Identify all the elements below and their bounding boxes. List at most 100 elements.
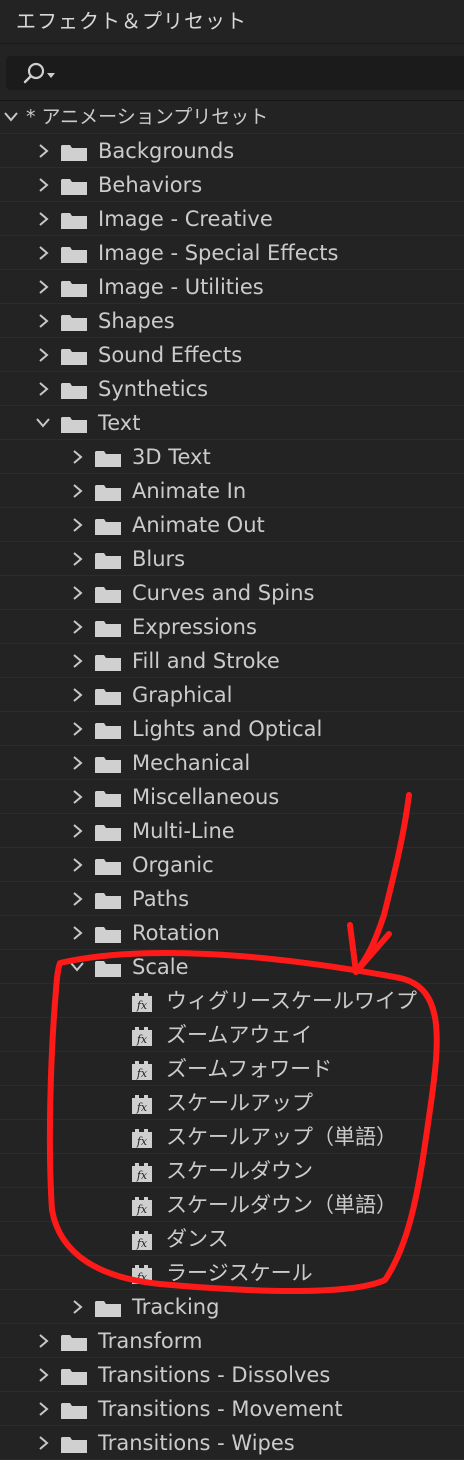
folder-icon	[95, 519, 121, 535]
fx-preset-icon: fx	[132, 1095, 152, 1114]
folder-row[interactable]: Paths	[0, 882, 464, 916]
preset-item[interactable]: fx ダンス	[0, 1222, 464, 1256]
folder-label: Image - Special Effects	[98, 241, 339, 265]
folder-row[interactable]: Multi-Line	[0, 814, 464, 848]
preset-item[interactable]: fx スケールダウン（単語）	[0, 1188, 464, 1222]
search-input[interactable]	[62, 60, 456, 88]
chevron-right-icon[interactable]	[70, 551, 84, 567]
chevron-down-icon[interactable]	[36, 415, 50, 431]
chevron-right-icon[interactable]	[36, 245, 50, 261]
chevron-right-icon[interactable]	[70, 619, 84, 635]
folder-row[interactable]: Behaviors	[0, 168, 464, 202]
folder-row[interactable]: Scale	[0, 950, 464, 984]
folder-icon	[95, 791, 121, 807]
panel-header: エフェクト＆プリセット	[0, 0, 464, 44]
folder-row[interactable]: Expressions	[0, 610, 464, 644]
chevron-right-icon[interactable]	[70, 789, 84, 805]
chevron-right-icon[interactable]	[70, 857, 84, 873]
chevron-right-icon[interactable]	[70, 585, 84, 601]
preset-item[interactable]: fx スケールアップ（単語）	[0, 1120, 464, 1154]
chevron-right-icon[interactable]	[70, 483, 84, 499]
chevron-right-icon[interactable]	[36, 381, 50, 397]
chevron-right-icon[interactable]	[36, 279, 50, 295]
folder-row[interactable]: Animate Out	[0, 508, 464, 542]
preset-label: スケールアップ	[166, 1091, 313, 1115]
chevron-right-icon[interactable]	[36, 177, 50, 193]
folder-row[interactable]: * アニメーションプリセット	[0, 100, 464, 134]
folder-row[interactable]: Rotation	[0, 916, 464, 950]
folder-row[interactable]: Sound Effects	[0, 338, 464, 372]
folder-row[interactable]: Miscellaneous	[0, 780, 464, 814]
folder-row[interactable]: Tracking	[0, 1290, 464, 1324]
folder-row[interactable]: Transitions - Dissolves	[0, 1358, 464, 1392]
preset-label: ズームアウェイ	[166, 1023, 313, 1047]
folder-icon	[61, 1437, 87, 1453]
preset-item[interactable]: fx スケールダウン	[0, 1154, 464, 1188]
search-icon[interactable]	[16, 60, 60, 86]
fx-preset-icon: fx	[132, 1027, 152, 1046]
folder-icon	[95, 451, 121, 467]
chevron-right-icon[interactable]	[70, 823, 84, 839]
chevron-right-icon[interactable]	[70, 687, 84, 703]
folder-icon	[61, 1369, 87, 1385]
folder-icon	[95, 621, 121, 637]
folder-row[interactable]: Animate In	[0, 474, 464, 508]
chevron-right-icon[interactable]	[70, 925, 84, 941]
preset-item[interactable]: fx ズームアウェイ	[0, 1018, 464, 1052]
folder-row[interactable]: Text	[0, 406, 464, 440]
folder-row[interactable]: Shapes	[0, 304, 464, 338]
folder-icon	[61, 213, 87, 229]
folder-row[interactable]: Image - Special Effects	[0, 236, 464, 270]
folder-row[interactable]: Graphical	[0, 678, 464, 712]
folder-row[interactable]: Mechanical	[0, 746, 464, 780]
chevron-right-icon[interactable]	[70, 517, 84, 533]
chevron-right-icon[interactable]	[70, 755, 84, 771]
svg-text:fx: fx	[136, 1237, 148, 1250]
folder-row[interactable]: Curves and Spins	[0, 576, 464, 610]
folder-label: Curves and Spins	[132, 581, 315, 605]
chevron-right-icon[interactable]	[36, 1435, 50, 1451]
folder-label: Transform	[98, 1329, 203, 1353]
folder-label: 3D Text	[132, 445, 211, 469]
preset-item[interactable]: fx スケールアップ	[0, 1086, 464, 1120]
folder-row[interactable]: Transitions - Wipes	[0, 1426, 464, 1460]
folder-label: Behaviors	[98, 173, 203, 197]
folder-icon	[95, 927, 121, 943]
folder-row[interactable]: Image - Creative	[0, 202, 464, 236]
chevron-right-icon[interactable]	[36, 143, 50, 159]
folder-label: Mechanical	[132, 751, 251, 775]
chevron-right-icon[interactable]	[36, 347, 50, 363]
preset-label: ダンス	[166, 1227, 229, 1251]
chevron-right-icon[interactable]	[36, 211, 50, 227]
folder-label: Transitions - Movement	[98, 1397, 343, 1421]
folder-row[interactable]: Blurs	[0, 542, 464, 576]
chevron-right-icon[interactable]	[36, 1333, 50, 1349]
folder-row[interactable]: Lights and Optical	[0, 712, 464, 746]
folder-row[interactable]: Synthetics	[0, 372, 464, 406]
folder-row[interactable]: 3D Text	[0, 440, 464, 474]
chevron-right-icon[interactable]	[36, 1401, 50, 1417]
folder-row[interactable]: Transform	[0, 1324, 464, 1358]
preset-item[interactable]: fx ラージスケール	[0, 1256, 464, 1290]
folder-icon	[61, 179, 87, 195]
folder-label: Animate In	[132, 479, 247, 503]
chevron-down-icon[interactable]	[4, 109, 18, 125]
chevron-right-icon[interactable]	[70, 653, 84, 669]
chevron-right-icon[interactable]	[70, 891, 84, 907]
preset-item[interactable]: fx ズームフォワード	[0, 1052, 464, 1086]
chevron-right-icon[interactable]	[36, 1367, 50, 1383]
chevron-right-icon[interactable]	[70, 449, 84, 465]
folder-row[interactable]: Organic	[0, 848, 464, 882]
folder-icon	[61, 247, 87, 263]
folder-row[interactable]: Image - Utilities	[0, 270, 464, 304]
preset-item[interactable]: fx ウィグリースケールワイプ	[0, 984, 464, 1018]
chevron-right-icon[interactable]	[70, 721, 84, 737]
folder-row[interactable]: Transitions - Movement	[0, 1392, 464, 1426]
chevron-right-icon[interactable]	[70, 1299, 84, 1315]
chevron-right-icon[interactable]	[36, 313, 50, 329]
search-box[interactable]	[6, 56, 464, 90]
folder-icon	[95, 689, 121, 705]
chevron-down-icon[interactable]	[70, 959, 84, 975]
folder-row[interactable]: Backgrounds	[0, 134, 464, 168]
folder-row[interactable]: Fill and Stroke	[0, 644, 464, 678]
